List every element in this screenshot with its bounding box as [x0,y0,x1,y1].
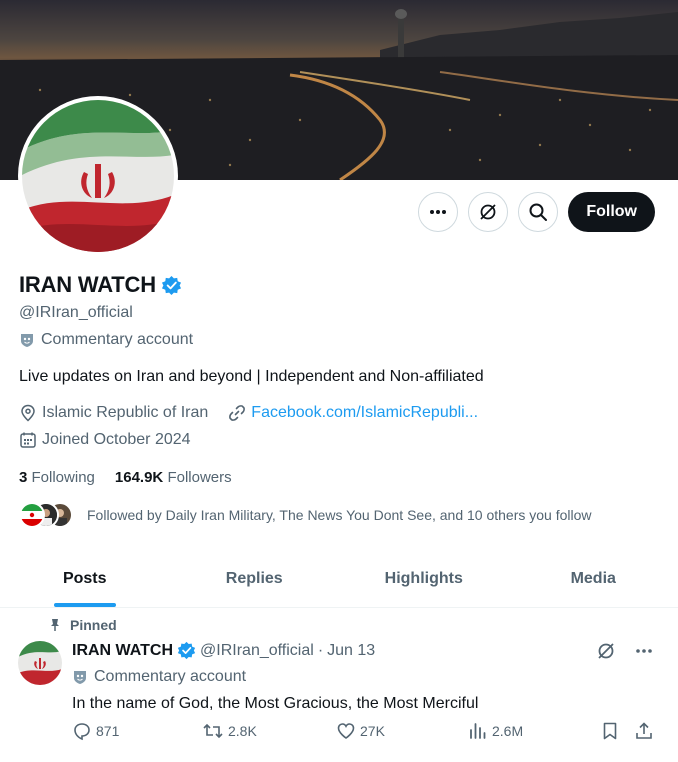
post-author-name[interactable]: IRAN WATCH [72,642,173,660]
tab-posts[interactable]: Posts [0,550,170,607]
tab-replies[interactable]: Replies [170,550,340,607]
views-button[interactable]: 2.6M [468,721,523,741]
followed-by-avatars [19,502,73,528]
commentary-label: Commentary account [19,331,193,349]
tab-media[interactable]: Media [509,550,678,607]
more-icon[interactable] [634,641,654,661]
profile-actions: Follow [418,192,655,232]
following-label: Following [31,469,95,486]
commentary-icon [21,334,33,347]
profile-joined: Joined October 2024 [42,431,191,448]
post-date[interactable]: Jun 13 [327,642,375,660]
tab-highlights[interactable]: Highlights [339,550,509,607]
profile-handle: @IRIran_official [19,304,133,321]
post-author-handle[interactable]: @IRIran_official [200,642,314,660]
profile-name-row: IRAN WATCH [19,272,182,298]
followed-by-text: Followed by Daily Iran Military, The New… [87,507,592,523]
grok-icon [480,204,496,220]
share-button[interactable] [634,721,654,741]
post-commentary-label-text: Commentary account [94,668,247,685]
grok-button[interactable] [468,192,509,232]
verified-badge-icon[interactable] [177,641,196,660]
views-count: 2.6M [492,723,524,739]
followers-stat[interactable]: 164.9K Followers [115,469,232,486]
pinned-indicator: Pinned [48,617,117,633]
follower-avatar [19,502,45,528]
profile-location: Islamic Republic of Iran [42,404,209,421]
followed-by-row[interactable]: Followed by Daily Iran Military, The New… [19,502,592,528]
profile-avatar[interactable] [18,96,178,256]
bookmark-button[interactable] [600,721,620,741]
post-commentary-label: Commentary account [72,668,246,686]
link-icon [229,405,246,421]
profile-bio: Live updates on Iran and beyond | Indepe… [19,368,484,385]
share-icon [636,722,652,739]
verified-badge-icon[interactable] [161,275,182,296]
views-icon [470,723,486,739]
post-header: IRAN WATCH @IRIran_official · Jun 13 [72,641,375,660]
active-tab-indicator [53,603,116,607]
iran-flag-avatar-image [22,100,174,252]
reply-count: 871 [96,723,120,739]
follow-button[interactable]: Follow [568,192,655,232]
repost-button[interactable]: 2.8K [202,721,257,741]
commentary-icon [74,671,86,684]
tab-label: Highlights [384,569,463,587]
location-icon [21,404,35,422]
search-icon [529,203,548,221]
following-count: 3 [19,469,28,486]
grok-icon[interactable] [596,641,616,661]
followers-count: 164.9K [114,469,164,486]
search-button[interactable] [518,192,559,232]
bookmark-icon [603,722,617,740]
calendar-icon [20,432,36,448]
followers-label: Followers [167,469,232,486]
reply-button[interactable]: 871 [72,721,119,741]
repost-count: 2.8K [228,723,257,739]
tab-label: Posts [62,569,107,587]
post-top-actions [596,641,654,661]
profile-name: IRAN WATCH [19,272,156,297]
profile-stats: 3 Following 164.9K Followers [19,469,232,486]
tab-label: Replies [225,569,283,587]
post-separator: · [317,641,324,659]
repost-icon [203,723,223,739]
pinned-label: Pinned [70,617,117,633]
iran-flag-avatar-image [18,641,62,685]
profile-joined-row: Joined October 2024 [19,431,191,449]
post-text: In the name of God, the Most Gracious, t… [72,695,479,712]
pin-icon [51,619,59,631]
like-count: 27K [360,723,385,739]
profile-meta-row: Islamic Republic of Iran Facebook.com/Is… [19,404,478,422]
more-button[interactable] [418,192,459,232]
post-author-avatar[interactable] [18,641,62,685]
profile-website-link[interactable]: Facebook.com/IslamicRepubli... [251,404,478,422]
more-icon [430,210,447,214]
tab-label: Media [570,569,616,587]
like-button[interactable]: 27K [336,721,385,741]
reply-icon [74,723,90,741]
profile-tabs: Posts Replies Highlights Media [0,550,678,608]
following-stat[interactable]: 3 Following [19,469,95,486]
commentary-label-text: Commentary account [41,331,194,348]
like-icon [337,723,355,739]
